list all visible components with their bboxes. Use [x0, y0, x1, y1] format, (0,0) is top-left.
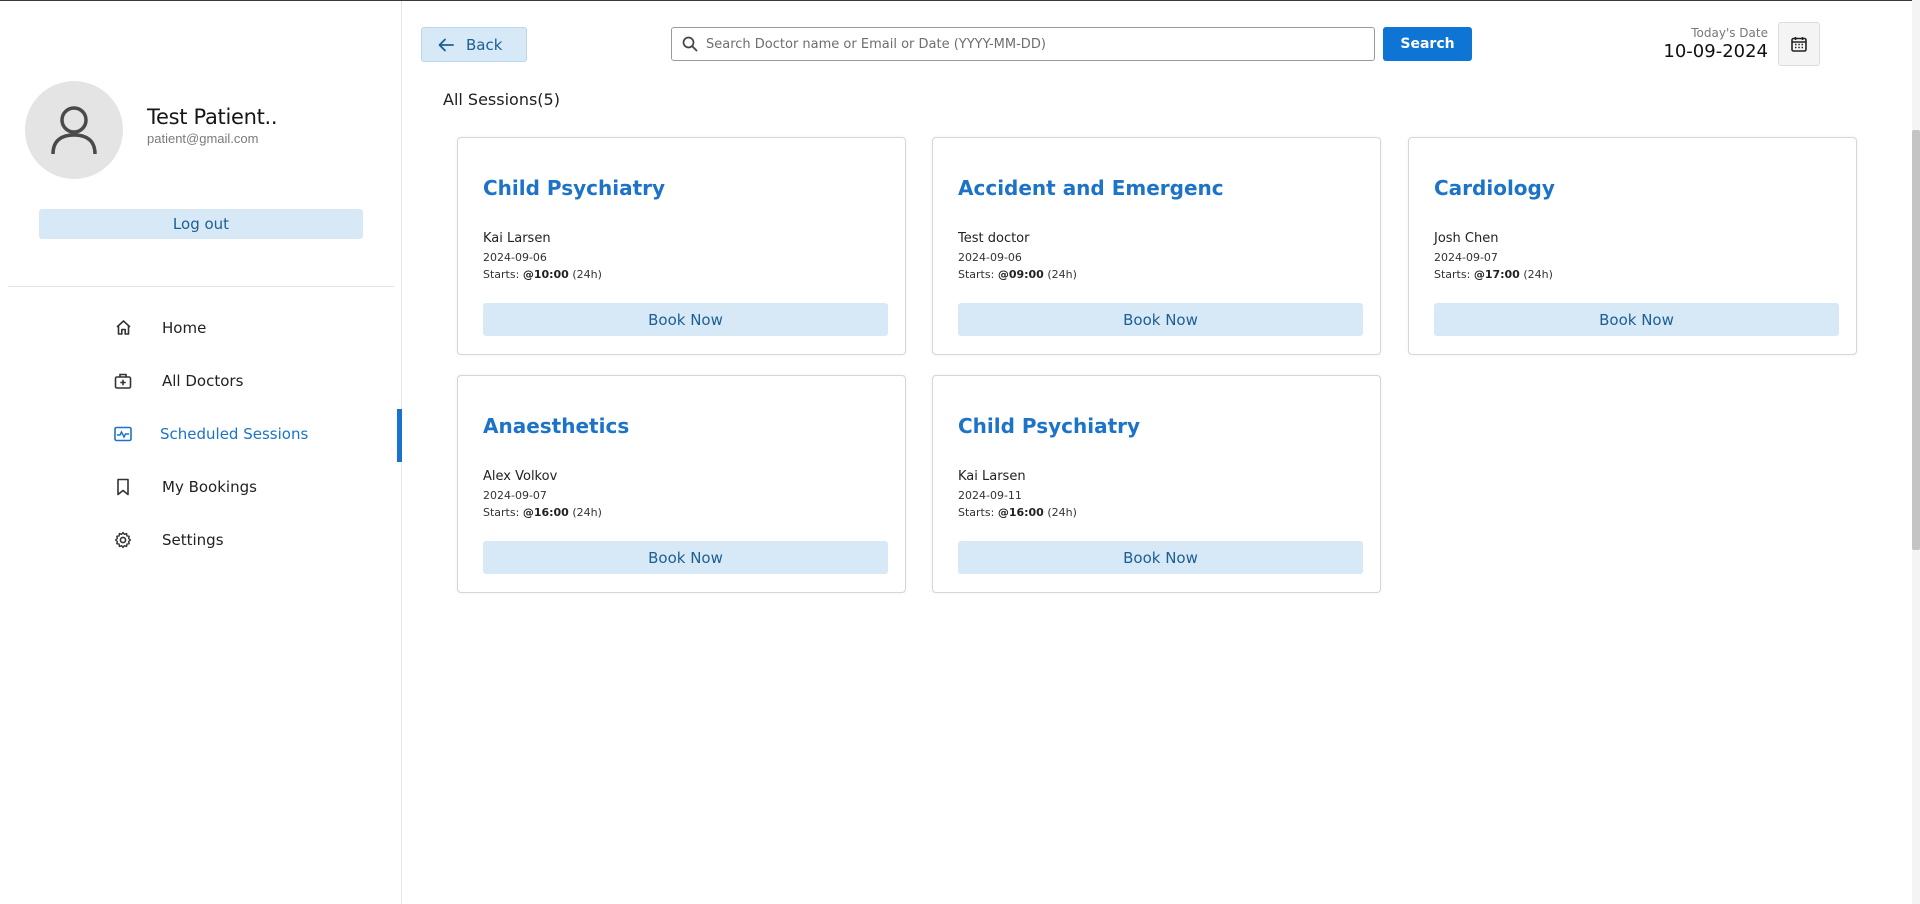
book-now-button[interactable]: Book Now: [483, 541, 888, 574]
session-doctor: Kai Larsen: [483, 231, 551, 246]
avatar: [25, 81, 123, 179]
schedule-icon: [114, 425, 132, 443]
session-doctor: Alex Volkov: [483, 469, 558, 484]
calendar-icon: [1791, 37, 1807, 52]
back-button[interactable]: Back: [421, 27, 527, 62]
profile-email: patient@gmail.com: [147, 130, 259, 146]
session-card: Child Psychiatry Kai Larsen 2024-09-11 S…: [932, 375, 1381, 593]
search-box: [671, 27, 1375, 61]
calendar-button[interactable]: [1778, 22, 1820, 66]
book-now-button[interactable]: Book Now: [483, 303, 888, 336]
session-start-time: Starts: @17:00 (24h): [1434, 268, 1553, 281]
session-start-time: Starts: @16:00 (24h): [483, 506, 602, 519]
sidebar-item-home[interactable]: Home: [0, 301, 402, 354]
sessions-heading: All Sessions(5): [443, 90, 560, 109]
gear-icon: [114, 531, 132, 549]
date-value: 10-09-2024: [1663, 41, 1768, 62]
book-now-button[interactable]: Book Now: [1434, 303, 1839, 336]
session-title: Anaesthetics: [483, 414, 630, 438]
session-date: 2024-09-06: [958, 251, 1022, 264]
sidebar-item-label: All Doctors: [162, 371, 244, 390]
user-icon: [51, 106, 97, 155]
bookmark-icon: [114, 478, 132, 496]
search-input[interactable]: [706, 36, 1356, 52]
home-icon: [114, 319, 132, 337]
session-date: 2024-09-07: [483, 489, 547, 502]
session-title: Accident and Emergenc: [958, 176, 1224, 200]
session-start-time: Starts: @16:00 (24h): [958, 506, 1077, 519]
session-title: Child Psychiatry: [958, 414, 1141, 438]
sidebar-divider: [8, 286, 394, 287]
session-date: 2024-09-06: [483, 251, 547, 264]
sidebar-item-scheduled-sessions[interactable]: Scheduled Sessions: [0, 407, 402, 462]
sidebar-item-all-doctors[interactable]: All Doctors: [0, 354, 402, 407]
session-card: Cardiology Josh Chen 2024-09-07 Starts: …: [1408, 137, 1857, 355]
today-date: Today's Date 10-09-2024: [1663, 26, 1768, 62]
sidebar-item-settings[interactable]: Settings: [0, 513, 402, 566]
sidebar-item-my-bookings[interactable]: My Bookings: [0, 460, 402, 513]
book-now-button[interactable]: Book Now: [958, 541, 1363, 574]
sidebar-item-label: My Bookings: [162, 477, 257, 496]
session-date: 2024-09-07: [1434, 251, 1498, 264]
search-button[interactable]: Search: [1383, 27, 1472, 61]
session-doctor: Test doctor: [958, 231, 1030, 246]
book-now-button[interactable]: Book Now: [958, 303, 1363, 336]
sidebar-item-label: Settings: [162, 530, 224, 549]
session-card: Child Psychiatry Kai Larsen 2024-09-06 S…: [457, 137, 906, 355]
sidebar-nav: Home All Doctors Scheduled Sessions My B…: [0, 301, 402, 566]
arrow-left-icon: [438, 38, 454, 51]
scrollbar-thumb[interactable]: [1912, 130, 1920, 550]
session-start-time: Starts: @10:00 (24h): [483, 268, 602, 281]
user-profile: Test Patient.. patient@gmail.com: [25, 81, 278, 179]
date-label: Today's Date: [1691, 26, 1768, 40]
session-date: 2024-09-11: [958, 489, 1022, 502]
session-card: Anaesthetics Alex Volkov 2024-09-07 Star…: [457, 375, 906, 593]
logout-button[interactable]: Log out: [39, 209, 363, 239]
sidebar-item-label: Scheduled Sessions: [160, 424, 309, 443]
session-title: Child Psychiatry: [483, 176, 666, 200]
session-card: Accident and Emergenc Test doctor 2024-0…: [932, 137, 1381, 355]
session-doctor: Kai Larsen: [958, 469, 1026, 484]
back-label: Back: [466, 35, 503, 54]
doctor-bag-icon: [114, 372, 132, 390]
sidebar-item-label: Home: [162, 318, 207, 337]
sidebar: Test Patient.. patient@gmail.com Log out…: [0, 1, 402, 904]
search-icon: [682, 36, 698, 52]
session-doctor: Josh Chen: [1434, 231, 1499, 246]
profile-name: Test Patient..: [147, 104, 278, 129]
session-start-time: Starts: @09:00 (24h): [958, 268, 1077, 281]
session-title: Cardiology: [1434, 176, 1555, 200]
